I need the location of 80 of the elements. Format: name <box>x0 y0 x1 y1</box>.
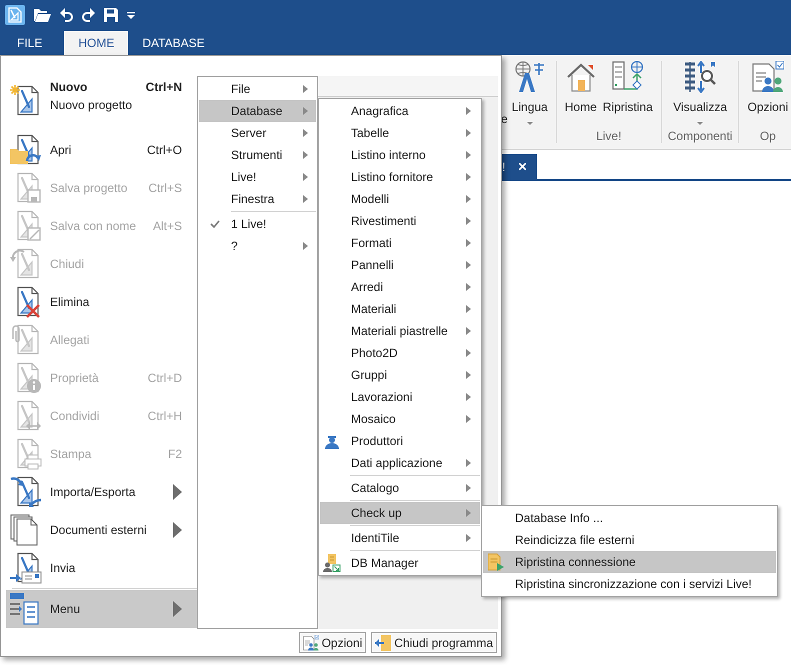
popup-option[interactable]: Check up <box>320 502 480 524</box>
popup-option[interactable]: Modelli <box>320 188 480 210</box>
backstage-command[interactable]: Importa/Esporta <box>6 473 197 511</box>
keyboard-shortcut: Ctrl+S <box>148 180 182 197</box>
keyboard-shortcut: Ctrl+D <box>148 370 182 387</box>
popup-option[interactable]: Rivestimenti <box>320 210 480 232</box>
keyboard-shortcut: Ctrl+H <box>148 408 182 425</box>
popup-option[interactable]: Anagrafica <box>320 100 480 122</box>
ribbon-tab[interactable]: DATABASE <box>128 31 219 55</box>
popup-option[interactable]: Ripristina sincronizzazione con i servizi Live! <box>483 573 776 595</box>
document-users-icon <box>302 634 319 650</box>
ribbon-button[interactable]: Opzioni <box>745 61 790 114</box>
ribbon-button[interactable]: Visualizza <box>671 61 730 125</box>
language-icon <box>514 61 546 93</box>
backstage-command[interactable]: Apri Ctrl+O <box>6 131 197 169</box>
redo-icon[interactable] <box>82 8 95 22</box>
list-option[interactable]: ? <box>199 235 316 257</box>
popup-option[interactable]: Tabelle <box>320 122 480 144</box>
popup-option[interactable]: Photo2D <box>320 342 480 364</box>
ribbon-button[interactable]: Ripristina <box>600 61 655 114</box>
backstage-command[interactable]: Documenti esterni <box>6 511 197 549</box>
popup-option[interactable]: Materiali piastrelle <box>320 320 480 342</box>
backstage-command[interactable]: Elimina <box>6 283 197 321</box>
popup-option[interactable]: Listino fornitore <box>320 166 480 188</box>
popup-option[interactable]: Dati applicazione <box>320 452 480 474</box>
popup-option[interactable]: Formati <box>320 232 480 254</box>
popup-option[interactable]: Arredi <box>320 276 480 298</box>
folder-icon[interactable] <box>34 8 51 22</box>
keyboard-shortcut: Alt+S <box>152 218 182 235</box>
popup-option[interactable]: Produttori <box>320 430 480 452</box>
close-icon[interactable] <box>517 161 528 172</box>
footer-button[interactable]: Chiudi programma <box>371 632 497 653</box>
keyboard-shortcut: Ctrl+O <box>146 142 182 159</box>
ribbon-tab[interactable]: HOME <box>64 31 128 55</box>
popup-option[interactable]: Listino interno <box>320 144 480 166</box>
open-folder-icon <box>10 134 42 166</box>
footer-button[interactable]: Opzioni <box>298 632 366 653</box>
popup-option[interactable]: Pannelli <box>320 254 480 276</box>
person-document-icon <box>322 554 340 572</box>
dropdown-caret-icon[interactable] <box>127 12 135 18</box>
document-arrow-icon <box>488 553 504 571</box>
list-option[interactable]: Finestra <box>199 188 316 210</box>
group-label: Live! <box>596 129 622 143</box>
popup-option[interactable]: Lavorazioni <box>320 386 480 408</box>
document-tab[interactable]: ! <box>500 154 537 179</box>
list-option[interactable]: 1 Live! <box>199 213 316 235</box>
backstage-command[interactable]: Menu <box>6 590 197 628</box>
list-option[interactable]: Server <box>199 122 316 144</box>
keyboard-shortcut: F2 <box>168 446 182 463</box>
popup-option[interactable]: Mosaico <box>320 408 480 430</box>
ribbon-button[interactable]: Lingua <box>510 61 550 125</box>
popup-option[interactable]: IdentiTile <box>320 527 480 549</box>
undo-icon[interactable] <box>60 8 73 22</box>
exit-door-icon <box>375 634 392 650</box>
ribbon-button[interactable]: Home <box>562 61 599 114</box>
popup-option[interactable]: DB Manager <box>320 552 480 574</box>
list-option[interactable]: Database <box>199 100 316 122</box>
popup-option[interactable]: Database Info ... <box>483 507 776 529</box>
popup-option[interactable]: Reindicizza file esterni <box>483 529 776 551</box>
person-icon <box>324 433 338 449</box>
list-option[interactable]: Strumenti <box>199 144 316 166</box>
ribbon-tab[interactable]: FILE <box>3 31 56 55</box>
save-icon[interactable] <box>104 8 118 22</box>
document-users-icon <box>752 61 784 93</box>
group-label: Componenti <box>668 129 732 143</box>
keyboard-shortcut: Ctrl+N <box>146 79 182 96</box>
backstage-command[interactable]: Invia <box>6 549 197 587</box>
home-icon <box>564 61 597 93</box>
import-export-icon <box>10 476 42 508</box>
list-search-icon <box>684 61 716 93</box>
backstage-command[interactable]: Nuovo Nuovo progetto Ctrl+N <box>6 75 197 131</box>
popup-option[interactable]: Gruppi <box>320 364 480 386</box>
popup-option[interactable]: Catalogo <box>320 477 480 499</box>
list-option[interactable]: File <box>199 78 316 100</box>
send-icon <box>10 552 42 584</box>
popup-option[interactable]: Ripristina connessione <box>483 551 776 573</box>
group-label: Op <box>760 129 776 143</box>
list-option[interactable]: Live! <box>199 166 316 188</box>
popup-option[interactable]: Materiali <box>320 298 480 320</box>
server-globe-icon <box>612 61 644 93</box>
